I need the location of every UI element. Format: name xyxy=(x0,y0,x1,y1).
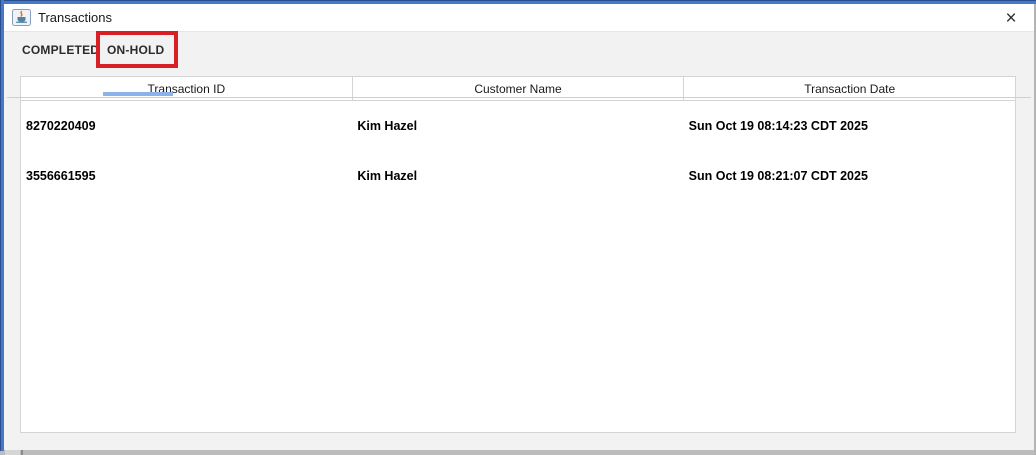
transactions-table: Transaction ID Customer Name Transaction… xyxy=(20,76,1016,433)
window-border-bottom xyxy=(0,450,1036,455)
table-row[interactable]: 8270220409 Kim Hazel Sun Oct 19 08:14:23… xyxy=(21,101,1015,151)
selected-tab-indicator xyxy=(103,92,173,96)
cell-customer-name[interactable]: Kim Hazel xyxy=(352,101,683,151)
cell-transaction-id[interactable]: 3556661595 xyxy=(21,151,352,201)
taskbar-fragment-divider xyxy=(21,450,23,455)
taskbar-fragment xyxy=(5,450,20,455)
tab-on-hold[interactable]: ON-HOLD xyxy=(107,36,164,64)
tab-strip-divider xyxy=(7,97,1031,98)
table-body: 8270220409 Kim Hazel Sun Oct 19 08:14:23… xyxy=(21,101,1015,201)
close-icon[interactable]: × xyxy=(998,5,1024,31)
window-title: Transactions xyxy=(38,10,112,25)
tab-strip: COMPLETED ON-HOLD xyxy=(0,32,1034,66)
cell-transaction-date[interactable]: Sun Oct 19 08:14:23 CDT 2025 xyxy=(684,101,1015,151)
window-border-top xyxy=(0,0,1036,4)
tab-completed[interactable]: COMPLETED xyxy=(22,36,99,64)
table-row[interactable]: 3556661595 Kim Hazel Sun Oct 19 08:21:07… xyxy=(21,151,1015,201)
title-bar: Transactions × xyxy=(4,4,1034,32)
cell-transaction-date[interactable]: Sun Oct 19 08:21:07 CDT 2025 xyxy=(684,151,1015,201)
cell-transaction-id[interactable]: 8270220409 xyxy=(21,101,352,151)
window-border-left xyxy=(0,0,4,451)
cell-customer-name[interactable]: Kim Hazel xyxy=(352,151,683,201)
java-coffee-cup-icon xyxy=(12,9,31,26)
